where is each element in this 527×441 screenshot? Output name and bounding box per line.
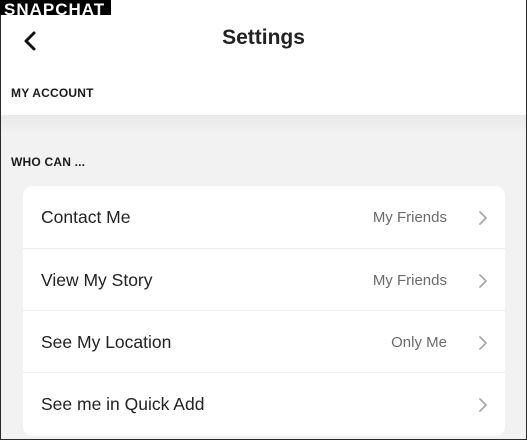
- chevron-right-icon: [479, 274, 487, 288]
- header: Settings MY ACCOUNT: [1, 0, 526, 115]
- row-label: Contact Me: [41, 207, 131, 227]
- row-see-my-location[interactable]: See My Location Only Me: [23, 310, 505, 373]
- row-value: Only Me: [391, 334, 447, 351]
- row-view-my-story[interactable]: View My Story My Friends: [23, 248, 505, 311]
- who-can-card: Contact Me My Friends View My Story My F…: [23, 186, 505, 436]
- chevron-right-icon: [479, 398, 487, 412]
- row-value: My Friends: [372, 272, 447, 289]
- section-who-can: WHO CAN ...: [11, 155, 86, 169]
- row-value: My Friends: [372, 209, 447, 226]
- section-my-account[interactable]: MY ACCOUNT: [11, 86, 94, 100]
- row-contact-me[interactable]: Contact Me My Friends: [23, 186, 505, 248]
- chevron-right-icon: [479, 336, 487, 350]
- page-title: Settings: [222, 26, 305, 49]
- row-label: See My Location: [41, 332, 172, 352]
- brand-label: SNAPCHAT: [0, 0, 112, 15]
- row-see-me-in-quick-add[interactable]: See me in Quick Add: [23, 372, 505, 435]
- chevron-right-icon: [479, 211, 487, 225]
- row-label: See me in Quick Add: [41, 394, 205, 414]
- row-label: View My Story: [41, 270, 153, 290]
- settings-screen: Settings MY ACCOUNT WHO CAN ... Contact …: [0, 0, 527, 440]
- section-divider: [1, 115, 526, 133]
